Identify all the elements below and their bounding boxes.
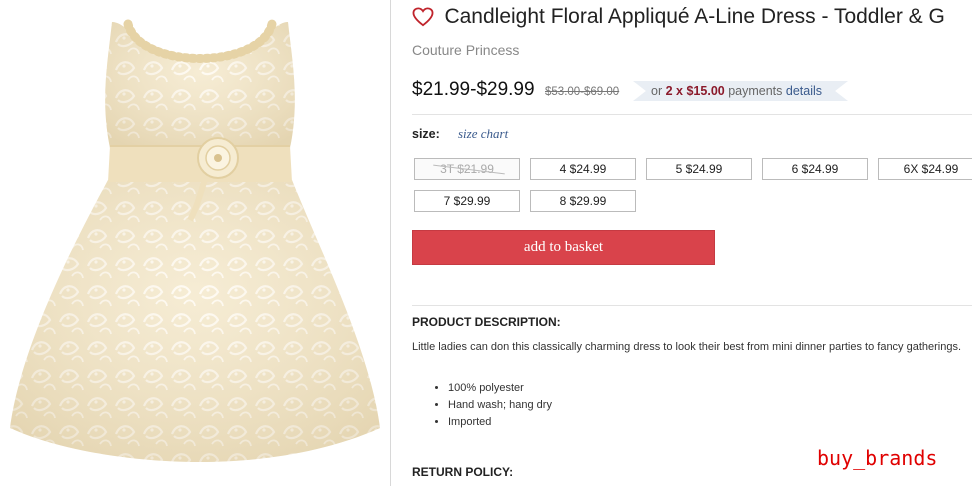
payment-prefix: or — [651, 84, 663, 98]
list-item: 100% polyester — [448, 380, 552, 397]
payment-count: 2 x — [665, 84, 683, 98]
add-to-basket-button[interactable]: add to basket — [412, 230, 715, 265]
product-image-dress[interactable] — [0, 0, 390, 486]
product-title: Candleight Floral Appliqué A-Line Dress … — [444, 5, 945, 28]
divider — [412, 114, 972, 115]
payment-suffix: payments — [728, 84, 783, 98]
heart-outline-icon[interactable] — [412, 7, 434, 27]
size-label: size: — [412, 127, 440, 141]
size-option-3t[interactable]: 3T $21.99 — [414, 158, 520, 180]
product-title-row: Candleight Floral Appliqué A-Line Dress … — [412, 5, 945, 29]
list-item: Hand wash; hang dry — [448, 397, 552, 414]
seller-watermark: buy_brands — [817, 446, 938, 470]
divider — [412, 305, 972, 306]
size-option-6[interactable]: 6 $24.99 — [762, 158, 868, 180]
payment-amount: $15.00 — [686, 84, 725, 98]
return-policy-heading: RETURN POLICY: — [412, 465, 514, 479]
brand-name[interactable]: Couture Princess — [412, 42, 519, 58]
product-description-heading: PRODUCT DESCRIPTION: — [412, 315, 561, 329]
size-chart-link[interactable]: size chart — [458, 126, 508, 142]
size-option-4[interactable]: 4 $24.99 — [530, 158, 636, 180]
size-option-6x[interactable]: 6X $24.99 — [878, 158, 972, 180]
product-description-text: Little ladies can don this classically c… — [412, 341, 962, 353]
price-row: $21.99-$29.99 $53.00-$69.00 — [412, 79, 619, 101]
product-features-list: 100% polyester Hand wash; hang dry Impor… — [432, 380, 552, 431]
original-price: $53.00-$69.00 — [545, 86, 620, 98]
list-item: Imported — [448, 414, 552, 431]
product-image-panel — [0, 0, 391, 486]
installment-badge: or 2 x $15.00 payments details — [633, 81, 848, 101]
size-option-8[interactable]: 8 $29.99 — [530, 190, 636, 212]
price-range: $21.99-$29.99 — [412, 79, 535, 100]
size-option-5[interactable]: 5 $24.99 — [646, 158, 752, 180]
size-option-7[interactable]: 7 $29.99 — [414, 190, 520, 212]
payment-details-link[interactable]: details — [786, 84, 822, 98]
